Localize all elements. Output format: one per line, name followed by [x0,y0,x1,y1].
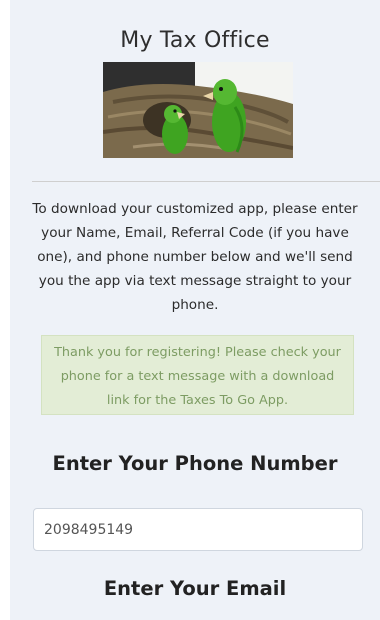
phone-number-input[interactable] [33,508,363,551]
registration-success-notice: Thank you for registering! Please check … [41,335,354,415]
registration-panel: My Tax Office To download your customize… [10,0,380,620]
page-title: My Tax Office [120,28,270,53]
divider [32,181,380,182]
parrots-logo-image [103,62,293,158]
email-heading: Enter Your Email [103,577,287,600]
intro-text: To download your customized app, please … [32,201,358,313]
phone-number-heading: Enter Your Phone Number [52,452,338,475]
